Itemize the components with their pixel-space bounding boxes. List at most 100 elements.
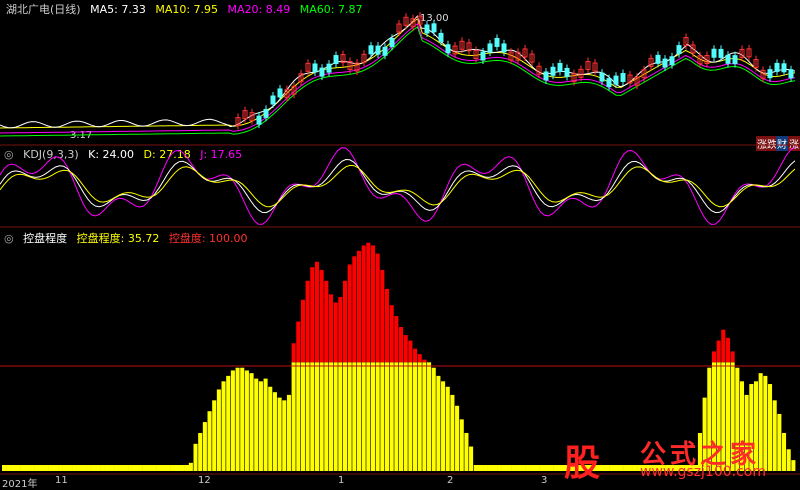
control-bar-red [370,245,376,363]
control-base-bar [114,465,119,471]
control-bar-yellow [399,362,404,471]
candle-body [718,48,724,58]
control-bar-red [352,256,357,363]
control-bar-yellow [464,432,469,471]
watermark: 股 公式之家 www.gszj100.com [556,434,796,484]
candle-body [326,63,332,73]
control-bar-red [721,329,726,363]
control-bar-yellow [445,386,450,471]
control-bar-red [380,269,385,363]
control-bar-yellow [422,362,427,471]
control-bar-red [342,280,348,363]
candle-body [445,44,451,54]
control-base-bar [487,465,493,471]
candle-body [606,78,612,88]
candle-body [368,45,374,55]
candle-body [543,71,549,81]
control-bar-yellow [244,370,249,471]
control-base-bar [104,465,110,471]
control-bar-yellow [282,400,287,471]
candle-body [774,62,780,72]
control-base-bar [128,465,133,471]
control-base-bar [473,465,479,471]
candle-body [389,37,395,47]
candle-body [312,63,318,73]
control-base-bar [165,465,171,471]
control-bar-yellow [258,381,263,471]
control-base-bar [539,465,544,471]
control-base-bar [156,465,161,471]
control-base-bar [515,465,521,471]
k-line [0,158,796,214]
candle-body [375,45,381,55]
control-base-bar [44,465,49,471]
control-bar-red [394,316,399,363]
control-bar-yellow [352,362,357,471]
control-bar-yellow [384,362,390,471]
control-base-bar [100,465,105,471]
control-base-bar [483,465,488,471]
control-bar-yellow [296,362,301,471]
control-bar-yellow [375,362,380,471]
candle-body [788,69,794,79]
candle-body [431,23,437,33]
price-layer [0,12,796,137]
control-base-bar [62,465,68,471]
candle-body [319,67,325,77]
candle-body [480,51,486,61]
control-bar-yellow [324,362,329,471]
candle-body [662,58,668,68]
control-bar-red [375,253,380,363]
control-bar-yellow [361,362,366,471]
control-base-bar [132,465,138,471]
control-base-bar [151,465,157,471]
control-bar-yellow [300,362,305,471]
control-base-bar [142,465,147,471]
control-base-bar [25,465,31,471]
watermark-url: www.gszj100.com [640,464,767,480]
candle-body [424,24,430,34]
control-bar-yellow [235,367,240,471]
ma60-line [0,26,796,137]
control-base-bar [34,465,40,471]
control-bar-yellow [427,362,432,471]
candle-body [270,95,276,105]
j-line [0,147,796,226]
control-base-bar [2,465,7,471]
control-base-bar [511,465,516,471]
control-bar-red [408,340,413,363]
control-base-bar [506,465,512,471]
control-bar-yellow [319,362,324,471]
control-bar-red [389,305,394,363]
control-bar-yellow [272,392,277,471]
candle-body [676,45,682,55]
x-tick-label: 1 [338,475,345,486]
candle-body [333,55,339,65]
control-base-bar [137,465,143,471]
control-bar-yellow [338,362,343,471]
control-bar-yellow [459,419,464,471]
candle-body [263,108,269,118]
control-bar-yellow [291,362,296,471]
control-bar-yellow [436,375,441,471]
control-bar-red [356,250,362,363]
control-base-bar [109,465,115,471]
d-line [0,164,796,208]
control-bar-yellow [328,362,334,471]
control-bar-yellow [403,362,408,471]
control-bar-yellow [342,362,348,471]
control-bar-yellow [202,422,207,471]
control-bar-red [291,343,296,363]
candle-body [711,48,717,58]
control-base-bar [95,465,101,471]
control-base-bar [72,465,77,471]
candle-body [487,43,493,53]
x-tick-label: 2 [447,475,454,486]
control-bar-yellow [441,381,446,471]
control-bar-yellow [356,362,362,471]
x-tick-label: 3 [541,475,548,486]
candle-body [438,32,444,42]
control-base-bar [11,465,17,471]
control-bar-red [347,264,352,363]
control-bar-yellow [366,362,371,471]
